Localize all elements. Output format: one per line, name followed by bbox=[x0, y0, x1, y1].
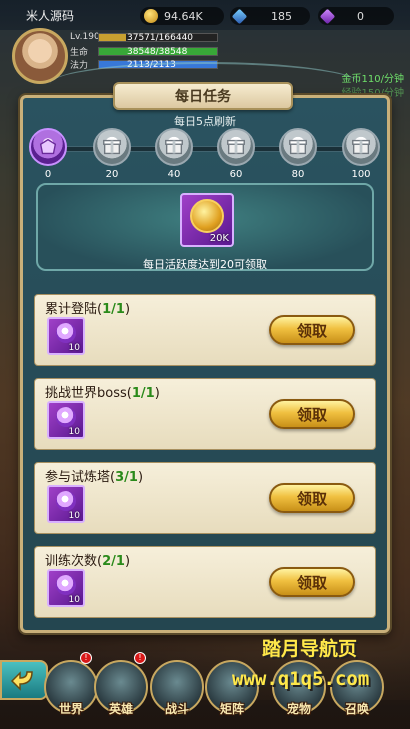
activity-gem-icon bbox=[56, 491, 76, 511]
nav-label: 召唤 bbox=[344, 702, 369, 716]
milestone-chest-80[interactable] bbox=[279, 128, 317, 166]
dialog-title: 每日任务 bbox=[113, 82, 293, 110]
milestone-value: 20 bbox=[105, 169, 119, 180]
task-reward-qty: 10 bbox=[68, 595, 80, 605]
watermark-url: www.q1q5.com bbox=[232, 668, 370, 690]
dialog-title-text: 每日任务 bbox=[175, 89, 231, 105]
task-title: 挑战世界boss(1/1) bbox=[45, 386, 160, 401]
coin-reward-icon bbox=[190, 199, 224, 233]
claim-button[interactable]: 领取 bbox=[269, 399, 355, 429]
task-title: 训练次数(2/1) bbox=[45, 554, 131, 569]
reward-quantity: 20K bbox=[209, 233, 229, 244]
exp-bar: 37571/166440 bbox=[98, 32, 218, 43]
claim-button[interactable]: 领取 bbox=[269, 567, 355, 597]
task-reward-item[interactable]: 10 bbox=[47, 569, 85, 607]
task-title: 累计登陆(1/1) bbox=[45, 302, 131, 317]
milestone-value: 0 bbox=[44, 169, 52, 180]
activity-gem-icon bbox=[56, 323, 76, 343]
level-label: Lv.190 bbox=[70, 32, 100, 42]
task-name: 参与试炼塔 bbox=[45, 470, 111, 485]
gold-value: 94.64K bbox=[164, 9, 203, 23]
gem-counter[interactable]: 185 bbox=[230, 7, 310, 25]
hp-value: 38548/38548 bbox=[127, 47, 188, 57]
task-row: 训练次数(2/1) 10 领取 bbox=[34, 546, 376, 618]
chest-icon bbox=[165, 139, 183, 155]
claim-button[interactable]: 领取 bbox=[269, 483, 355, 513]
back-arrow-icon bbox=[10, 671, 33, 691]
task-reward-item[interactable]: 10 bbox=[47, 485, 85, 523]
task-title: 参与试炼塔(3/1) bbox=[45, 470, 144, 485]
notification-badge: ! bbox=[134, 652, 146, 664]
notification-badge: ! bbox=[80, 652, 92, 664]
crystal-value: 0 bbox=[357, 9, 364, 23]
milestone-value: 60 bbox=[229, 169, 243, 180]
crystal-icon bbox=[319, 8, 336, 24]
reward-description: 每日活跃度达到20可领取 bbox=[143, 258, 267, 271]
exp-value: 37571/166440 bbox=[127, 32, 194, 43]
task-reward-qty: 10 bbox=[68, 511, 80, 521]
task-progress: 3/1 bbox=[115, 470, 138, 485]
exp-row: Lv.190 37571/166440 bbox=[70, 32, 218, 43]
nav-label: 英雄 bbox=[108, 702, 133, 716]
gem-value: 185 bbox=[271, 9, 292, 23]
task-reward-qty: 10 bbox=[68, 427, 80, 437]
milestone-chest-60[interactable] bbox=[217, 128, 255, 166]
task-name: 训练次数 bbox=[45, 554, 98, 569]
milestone-value: 80 bbox=[291, 169, 305, 180]
task-name: 累计登陆 bbox=[45, 302, 98, 317]
task-progress: 2/1 bbox=[102, 554, 125, 569]
player-name: 米人源码 bbox=[26, 9, 75, 23]
top-status-bar: 米人源码 94.64K 185 0 bbox=[0, 0, 410, 30]
task-row: 累计登陆(1/1) 10 领取 bbox=[34, 294, 376, 366]
task-progress: 1/1 bbox=[131, 386, 155, 401]
milestone-chest-40[interactable] bbox=[155, 128, 193, 166]
chest-icon bbox=[352, 139, 370, 155]
hp-label: 生命 bbox=[70, 48, 89, 58]
task-reward-item[interactable]: 10 bbox=[47, 317, 85, 355]
gold-counter[interactable]: 94.64K bbox=[140, 7, 224, 25]
milestone-value: 100 bbox=[351, 169, 371, 180]
task-row: 挑战世界boss(1/1) 10 领取 bbox=[34, 378, 376, 450]
back-button[interactable] bbox=[0, 660, 48, 700]
milestone-chest-20[interactable] bbox=[93, 128, 131, 166]
milestone-value: 40 bbox=[167, 169, 181, 180]
milestone-chest-0[interactable] bbox=[29, 128, 67, 166]
activity-gem-icon bbox=[56, 575, 76, 595]
chest-icon bbox=[289, 139, 307, 155]
crystal-counter[interactable]: 0 bbox=[318, 7, 394, 25]
task-name: 挑战世界boss bbox=[45, 386, 127, 401]
hp-row: 生命 38548/38548 bbox=[70, 45, 218, 58]
hp-bar: 38548/38548 bbox=[98, 47, 218, 57]
claim-button[interactable]: 领取 bbox=[269, 315, 355, 345]
refresh-note: 每日5点刷新 bbox=[174, 115, 236, 128]
chest-icon bbox=[103, 139, 121, 155]
reward-item[interactable]: 20K bbox=[180, 193, 234, 247]
nav-label: 世界 bbox=[58, 702, 83, 716]
task-row: 参与试炼塔(3/1) 10 领取 bbox=[34, 462, 376, 534]
task-reward-qty: 10 bbox=[68, 343, 80, 353]
gem-icon bbox=[231, 8, 248, 24]
chest-icon bbox=[227, 139, 245, 155]
nav-label: 矩阵 bbox=[219, 702, 244, 716]
gold-coin-icon bbox=[144, 9, 158, 23]
nav-label: 战斗 bbox=[164, 702, 189, 716]
chest-icon bbox=[39, 138, 57, 155]
task-reward-item[interactable]: 10 bbox=[47, 401, 85, 439]
task-progress: 1/1 bbox=[102, 302, 125, 317]
activity-gem-icon bbox=[56, 407, 76, 427]
exp-bar-fill bbox=[99, 33, 126, 41]
nav-label: 宠物 bbox=[286, 702, 311, 716]
milestone-chest-100[interactable] bbox=[342, 128, 380, 166]
watermark-title: 踏月导航页 bbox=[262, 638, 358, 660]
